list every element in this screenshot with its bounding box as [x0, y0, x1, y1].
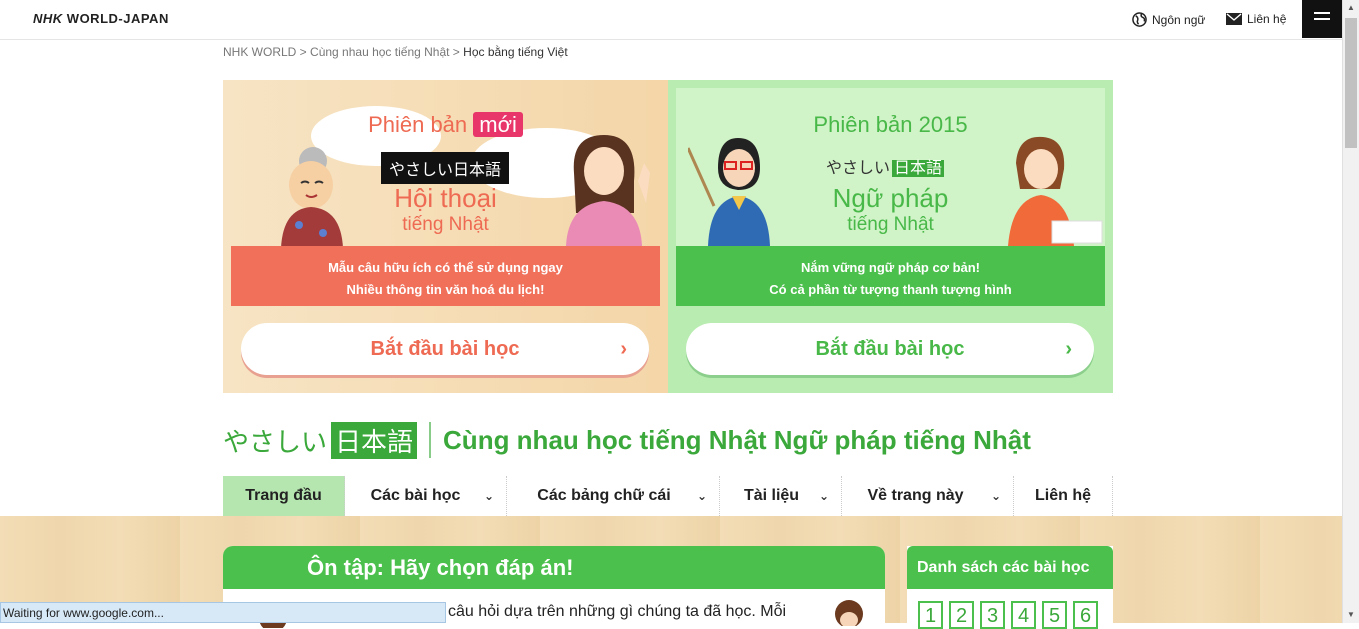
main-nav: Trang đầu Các bài học ⌄ Các bảng chữ cái ⌄…: [223, 476, 1113, 516]
globe-icon: [1132, 12, 1147, 27]
lesson-list-card: Danh sách các bài học 1 2 3 4 5 6: [907, 546, 1113, 629]
breadcrumb: NHK WORLD > Cùng nhau học tiếng Nhật > H…: [223, 45, 568, 59]
start-lesson-button-2015[interactable]: Bắt đầu bài học ›: [686, 323, 1094, 375]
lesson-list-heading: Danh sách các bài học: [907, 546, 1113, 589]
chevron-down-icon: ⌄: [990, 489, 1001, 503]
title-divider: [429, 422, 432, 458]
breadcrumb-current: Học bằng tiếng Việt: [463, 45, 568, 59]
nav-alphabet-tables[interactable]: Các bảng chữ cái ⌄: [507, 476, 720, 516]
hamburger-line: [1314, 18, 1330, 20]
nav-materials[interactable]: Tài liệu ⌄: [720, 476, 842, 516]
yasashii-nihongo-logo: やさしい日本語: [381, 152, 510, 184]
lesson-number-link[interactable]: 1: [918, 601, 943, 629]
contact-link[interactable]: Liên hệ: [1226, 12, 1286, 26]
language-link[interactable]: Ngôn ngữ: [1132, 12, 1205, 27]
lesson-number-link[interactable]: 5: [1042, 601, 1067, 629]
mail-icon: [1226, 13, 1242, 25]
top-header: NHK WORLD-JAPAN Ngôn ngữ Liên hệ: [0, 0, 1342, 40]
quiz-intro-text: câu hỏi dựa trên những gì chúng ta đã họ…: [448, 603, 787, 620]
nav-contact[interactable]: Liên hệ: [1014, 476, 1113, 516]
breadcrumb-nhk-world[interactable]: NHK WORLD: [223, 45, 296, 59]
scroll-up-arrow[interactable]: ▲: [1347, 3, 1355, 12]
character-avatar: [835, 600, 863, 626]
nav-lessons[interactable]: Các bài học ⌄: [345, 476, 507, 516]
chevron-down-icon: ⌄: [483, 489, 494, 503]
student-illustration: [1008, 136, 1103, 246]
course-banner: Phiên bản mới やさしい日本語 Hội thoại tiếng Nh…: [223, 80, 1113, 393]
hamburger-menu-button[interactable]: [1302, 0, 1342, 38]
young-woman-illustration: [566, 135, 650, 246]
nav-about[interactable]: Về trang này ⌄: [842, 476, 1014, 516]
2015-version-panel: Phiên bản 2015 やさしい 日本語 Ngữ pháp tiếng Nh…: [668, 80, 1113, 393]
lesson-number-link[interactable]: 6: [1073, 601, 1098, 629]
chevron-down-icon: ⌄: [818, 489, 829, 503]
chevron-down-icon: ⌄: [696, 489, 707, 503]
hamburger-line: [1314, 12, 1330, 14]
start-lesson-button-new[interactable]: Bắt đầu bài học ›: [241, 323, 649, 375]
lesson-number-link[interactable]: 2: [949, 601, 974, 629]
lesson-number-link[interactable]: 4: [1011, 601, 1036, 629]
new-badge: mới: [473, 112, 523, 137]
breadcrumb-learn-japanese[interactable]: Cùng nhau học tiếng Nhật: [310, 45, 449, 59]
lesson-number-list: 1 2 3 4 5 6: [918, 601, 1098, 629]
nav-home[interactable]: Trang đầu: [223, 476, 345, 516]
scroll-down-arrow[interactable]: ▼: [1347, 610, 1355, 619]
browser-status-bar: Waiting for www.google.com...: [0, 602, 446, 623]
nhk-world-logo[interactable]: NHK WORLD-JAPAN: [33, 11, 169, 26]
quiz-heading: Ôn tập: Hãy chọn đáp án!: [223, 546, 885, 589]
chevron-right-icon: ›: [620, 338, 627, 360]
chevron-right-icon: ›: [1065, 338, 1072, 360]
site-title[interactable]: やさしい 日本語 Cùng nhau học tiếng Nhật Ngữ ph…: [223, 420, 1031, 460]
2015-version-description: Nắm vững ngữ pháp cơ bản! Có cả phần từ …: [676, 246, 1105, 306]
lesson-number-link[interactable]: 3: [980, 601, 1005, 629]
yasashii-nihongo-logo: やさしい日本語: [826, 160, 945, 177]
site-title-text: Cùng nhau học tiếng Nhật Ngữ pháp tiếng …: [443, 424, 1031, 455]
scrollbar-thumb[interactable]: [1345, 18, 1357, 148]
new-version-panel: Phiên bản mới やさしい日本語 Hội thoại tiếng Nh…: [223, 80, 668, 393]
vertical-scrollbar[interactable]: ▲ ▼: [1342, 0, 1359, 623]
new-version-description: Mẫu câu hữu ích có thể sử dụng ngay Nhiề…: [231, 246, 660, 306]
